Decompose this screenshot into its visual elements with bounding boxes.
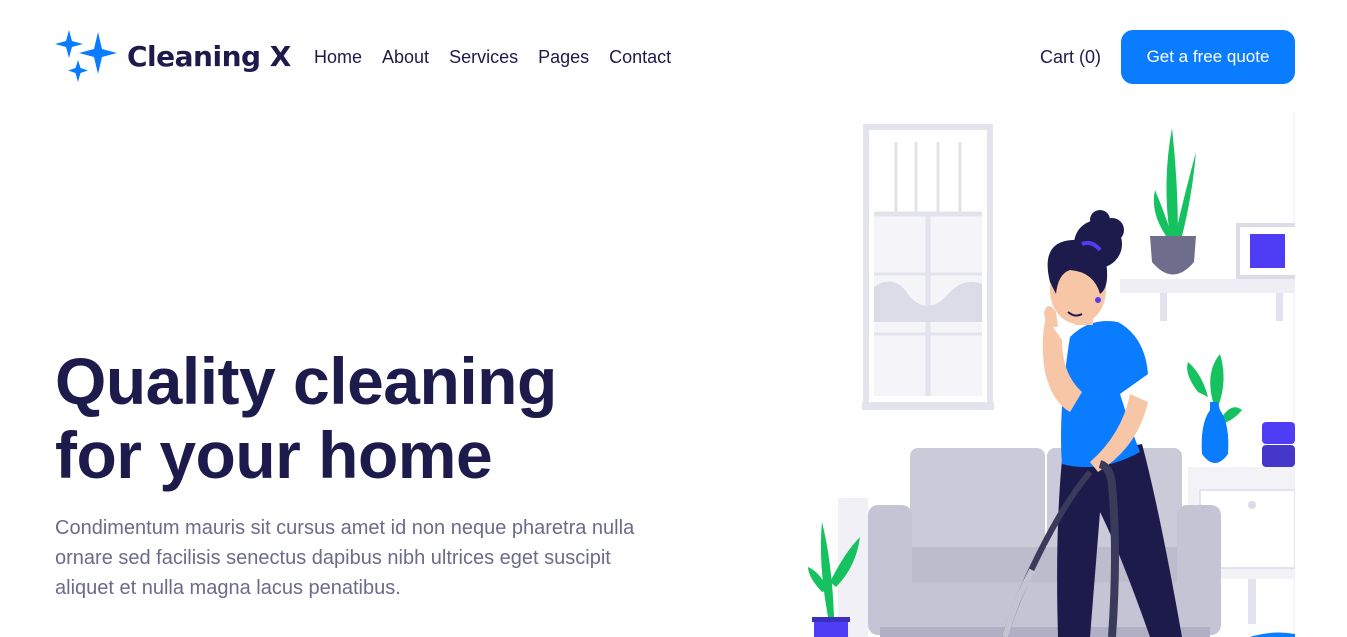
nav-item-contact[interactable]: Contact	[609, 46, 671, 68]
cleaning-woman-illustration	[808, 112, 1300, 637]
get-quote-button[interactable]: Get a free quote	[1121, 30, 1295, 84]
nav-item-home[interactable]: Home	[314, 46, 362, 68]
hero-title-line1: Quality cleaning	[55, 344, 557, 418]
hero-description: Condimentum mauris sit cursus amet id no…	[55, 517, 635, 599]
brand-logo[interactable]: Cleaning X	[55, 30, 291, 82]
nav-item-services[interactable]: Services	[449, 46, 518, 68]
woman-illustration	[1002, 210, 1182, 637]
sparkle-icon	[55, 30, 117, 82]
hero-illustration	[800, 112, 1300, 637]
hero-title-line2: for your home	[55, 418, 493, 492]
nav-item-pages[interactable]: Pages	[538, 46, 589, 68]
brand-name: Cleaning X	[127, 39, 291, 73]
nav-item-about[interactable]: About	[382, 46, 429, 68]
site-header: Cleaning X Home About Services Pages Con…	[0, 0, 1347, 112]
hero-title: Quality cleaning for your home	[55, 344, 755, 492]
cart-link[interactable]: Cart (0)	[1040, 46, 1101, 68]
main-nav: Home About Services Pages Contact	[314, 46, 671, 68]
window-illustration	[862, 124, 994, 410]
